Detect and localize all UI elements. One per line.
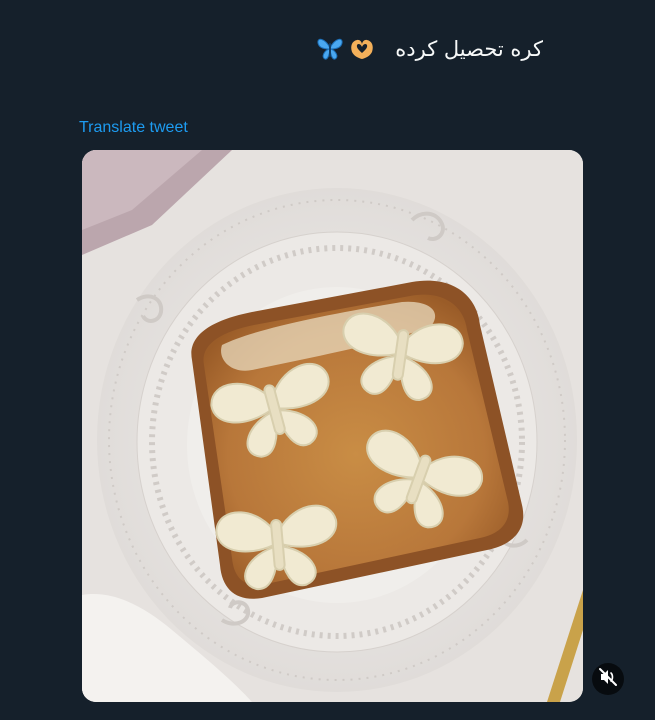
tweet-container: کره تحصیل کرده Translate tweet — [0, 0, 655, 720]
butterfly-icon — [316, 36, 344, 62]
translate-tweet-link[interactable]: Translate tweet — [79, 119, 188, 137]
butterfly-toast-image — [82, 150, 583, 702]
tweet-photo[interactable] — [82, 150, 583, 702]
heart-hands-icon — [348, 36, 376, 62]
tweet-text: کره تحصیل کرده — [395, 37, 543, 61]
emoji-row — [316, 36, 376, 62]
mute-button[interactable] — [592, 663, 624, 695]
speaker-muted-icon — [598, 667, 618, 691]
